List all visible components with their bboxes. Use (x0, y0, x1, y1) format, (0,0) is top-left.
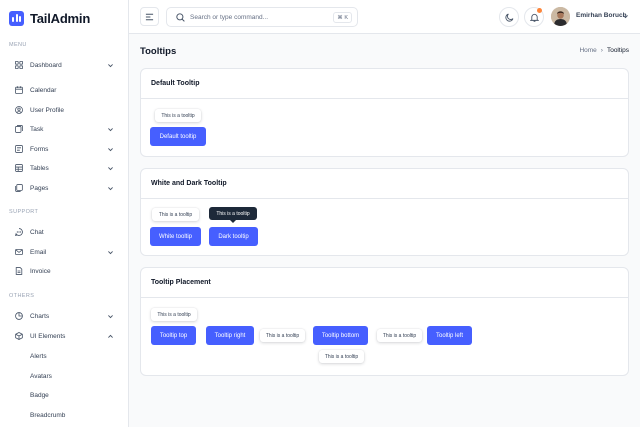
sidebar-item-label: Calendar (30, 86, 57, 94)
chevron-down-icon (108, 167, 113, 171)
sidebar-subitem-avatars[interactable]: Avatars (30, 373, 52, 380)
sidebar-item-label: Pages (30, 184, 49, 192)
sidebar-item-task[interactable]: Task (9, 122, 119, 136)
pages-icon (15, 184, 23, 192)
tooltip-right-button[interactable]: Tooltip right (206, 326, 254, 345)
task-icon (15, 125, 23, 133)
logo-text: TailAdmin (30, 11, 91, 26)
menu-icon (145, 13, 154, 20)
card-title: Default Tooltip (141, 69, 628, 99)
tooltip-placement-right: This is a tooltip (260, 329, 305, 342)
logo-icon (9, 11, 24, 26)
grid-icon (15, 61, 23, 69)
search-shortcut-badge: ⌘ K (333, 12, 352, 23)
sidebar-item-label: Invoice (30, 267, 51, 275)
user-name[interactable]: Emirhan Boruch (576, 12, 627, 19)
sidebar-item-pages[interactable]: Pages (9, 181, 119, 195)
breadcrumb-home-link[interactable]: Home (579, 47, 596, 54)
invoice-icon (15, 267, 23, 275)
box-icon (15, 332, 23, 340)
pie-chart-icon (15, 312, 23, 320)
sidebar-item-label: Chat (30, 228, 44, 236)
sidebar: TailAdmin MENU Dashboard Calendar User P… (0, 0, 129, 427)
breadcrumb-separator-icon: › (600, 47, 603, 54)
chevron-down-icon (108, 187, 113, 191)
sidebar-item-charts[interactable]: Charts (9, 309, 119, 323)
sidebar-subitem-alerts[interactable]: Alerts (30, 353, 47, 360)
search-bar[interactable]: Search or type command... ⌘ K (166, 7, 358, 27)
tooltip-top-button[interactable]: Tooltip top (151, 326, 196, 345)
tooltip-bottom-button[interactable]: Tooltip bottom (313, 326, 368, 345)
breadcrumb-current: Tooltips (606, 47, 629, 54)
sidebar-item-ui-elements[interactable]: UI Elements (9, 329, 119, 343)
tooltip-default: This is a tooltip (155, 109, 201, 122)
top-header: Search or type command... ⌘ K Emirhan Bo… (129, 0, 640, 34)
default-tooltip-button[interactable]: Default tooltip (150, 127, 206, 146)
card-default-tooltip: Default Tooltip This is a tooltip Defaul… (140, 68, 629, 157)
chevron-down-icon (108, 315, 113, 319)
chevron-down-icon (108, 251, 113, 255)
calendar-icon (15, 86, 23, 94)
sidebar-item-label: Forms (30, 145, 49, 153)
sidebar-item-user-profile[interactable]: User Profile (9, 103, 119, 117)
bell-icon (529, 13, 539, 22)
card-title: White and Dark Tooltip (141, 169, 628, 199)
search-input[interactable]: Search or type command... (190, 14, 268, 21)
sidebar-item-chat[interactable]: Chat (9, 225, 119, 239)
mail-icon (15, 248, 23, 256)
page-title: Tooltips (140, 46, 177, 57)
white-tooltip-button[interactable]: White tooltip (150, 227, 201, 246)
logo[interactable]: TailAdmin (9, 11, 90, 26)
sidebar-item-tables[interactable]: Tables (9, 161, 119, 175)
sidebar-item-label: UI Elements (30, 332, 66, 340)
tooltip-placement-bottom: This is a tooltip (319, 350, 364, 363)
dark-mode-toggle[interactable] (499, 7, 519, 27)
section-label-others: OTHERS (9, 293, 35, 299)
sidebar-item-label: Task (30, 125, 44, 133)
sidebar-item-label: Charts (30, 312, 50, 320)
tooltip-white: This is a tooltip (152, 208, 199, 221)
sidebar-item-invoice[interactable]: Invoice (9, 264, 119, 278)
sidebar-subitem-breadcrumb[interactable]: Breadcrumb (30, 412, 65, 419)
tooltip-dark: This is a tooltip (209, 207, 257, 223)
tooltip-placement-left: This is a tooltip (377, 329, 422, 342)
sidebar-item-calendar[interactable]: Calendar (9, 83, 119, 97)
breadcrumb: Home › Tooltips (579, 47, 629, 54)
search-icon (176, 12, 185, 22)
sidebar-toggle-button[interactable] (140, 7, 159, 26)
notification-dot (537, 8, 542, 13)
chevron-down-icon[interactable] (622, 13, 629, 20)
sidebar-item-label: User Profile (30, 106, 64, 114)
card-tooltip-placement: Tooltip Placement This is a tooltip Tool… (140, 267, 629, 376)
forms-icon (15, 145, 23, 153)
card-title: Tooltip Placement (141, 268, 628, 298)
sidebar-item-label: Dashboard (30, 61, 62, 69)
user-avatar-image (551, 7, 570, 26)
tooltip-left-button[interactable]: Tooltip left (427, 326, 472, 345)
sidebar-item-email[interactable]: Email (9, 245, 119, 259)
user-circle-icon (15, 106, 23, 114)
section-label-support: SUPPORT (9, 209, 39, 215)
notifications-button[interactable] (524, 7, 544, 27)
chevron-up-icon (108, 334, 113, 338)
sidebar-item-forms[interactable]: Forms (9, 142, 119, 156)
table-icon (15, 164, 23, 172)
dark-tooltip-button[interactable]: Dark tooltip (209, 227, 258, 246)
sidebar-item-label: Email (30, 248, 47, 256)
sidebar-item-dashboard[interactable]: Dashboard (9, 58, 119, 72)
chevron-down-icon (108, 64, 113, 68)
moon-icon (504, 13, 513, 22)
chevron-down-icon (108, 148, 113, 152)
chevron-down-icon (108, 128, 113, 132)
tooltip-placement-top: This is a tooltip (151, 308, 197, 321)
avatar[interactable] (551, 7, 570, 26)
card-white-dark-tooltip: White and Dark Tooltip This is a tooltip… (140, 168, 629, 256)
section-label-menu: MENU (9, 42, 27, 48)
sidebar-subitem-badge[interactable]: Badge (30, 392, 49, 399)
chat-icon (15, 228, 23, 236)
sidebar-item-label: Tables (30, 164, 49, 172)
